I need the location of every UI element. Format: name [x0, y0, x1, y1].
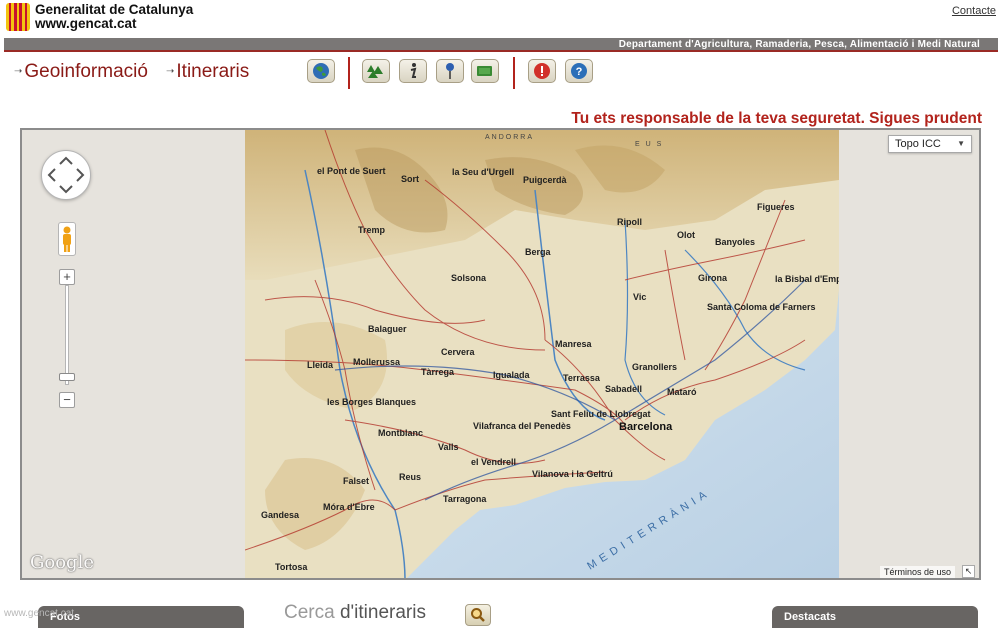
route-search-light: Cerca — [284, 602, 335, 623]
arrow-icon: ➝ — [166, 66, 175, 77]
terms-of-use-link[interactable]: Términos de uso — [879, 566, 955, 578]
town-label: Sabadell — [605, 384, 642, 394]
org-url[interactable]: www.gencat.cat — [35, 16, 137, 31]
town-label: Tremp — [358, 225, 386, 235]
town-label: Lleida — [307, 360, 334, 370]
town-label: Puigcerdà — [523, 175, 568, 185]
help-button[interactable]: ? — [565, 59, 593, 83]
zoom-out-button[interactable]: − — [59, 392, 75, 408]
nav-itineraris-label: Itineraris — [176, 61, 250, 82]
layers-button[interactable] — [471, 59, 499, 83]
town-label: Valls — [438, 442, 459, 452]
contact-link[interactable]: Contacte — [952, 5, 996, 17]
town-label: Terrassa — [563, 373, 601, 383]
alert-button[interactable] — [528, 59, 556, 83]
town-label: Montblanc — [378, 428, 423, 438]
town-label: Barcelona — [619, 421, 673, 433]
org-name[interactable]: Generalitat de Catalunya — [35, 2, 193, 17]
topographic-map[interactable]: el Pont de Suert Sort la Seu d'Urgell Pu… — [245, 130, 839, 578]
map-container[interactable]: el Pont de Suert Sort la Seu d'Urgell Pu… — [20, 128, 981, 580]
route-search-strong: d'itineraris — [339, 602, 426, 623]
town-label: Vilanova i la Geltrú — [532, 469, 613, 479]
featured-label: Destacats — [784, 611, 836, 623]
google-logo[interactable]: Google — [30, 552, 94, 573]
town-label: Sort — [401, 174, 419, 184]
zoom-slider-track[interactable] — [65, 285, 69, 385]
town-label: Olot — [677, 230, 695, 240]
forest-button[interactable] — [362, 59, 390, 83]
globe-button[interactable] — [307, 59, 335, 83]
globe-icon — [313, 63, 329, 79]
toolbar-divider — [348, 57, 350, 89]
generalitat-logo-icon[interactable] — [6, 3, 30, 31]
nav-geoinformacio[interactable]: ➝ Geoinformació — [14, 61, 148, 83]
town-label: Reus — [399, 472, 421, 482]
town-label: Figueres — [757, 202, 795, 212]
route-search-button[interactable] — [465, 604, 491, 626]
pan-control[interactable] — [41, 150, 91, 200]
zoom-in-button[interactable]: + — [59, 269, 75, 285]
town-label: Santa Coloma de Farners — [707, 302, 816, 312]
region-label: ANDORRA — [485, 134, 534, 141]
forest-icon — [367, 65, 383, 78]
town-label: Sant Feliu de Llobregat — [551, 409, 651, 419]
featured-panel-tab[interactable]: Destacats — [772, 606, 978, 628]
department-bar: Departament d'Agricultura, Ramaderia, Pe… — [4, 38, 998, 52]
town-label: Mollerussa — [353, 357, 401, 367]
street-view-pegman-icon[interactable] — [58, 222, 76, 256]
route-search-title: Cerca d'itineraris — [284, 602, 426, 624]
location-button[interactable] — [436, 59, 464, 83]
info-icon — [410, 63, 417, 78]
search-icon — [471, 608, 485, 622]
map-type-value: Topo ICC — [895, 138, 941, 150]
town-label: Móra d'Ebre — [323, 502, 375, 512]
town-label: Igualada — [493, 370, 531, 380]
safety-warning: Tu ets responsable de la teva seguretat.… — [571, 110, 982, 127]
town-label: Falset — [343, 476, 369, 486]
town-label: la Bisbal d'Empordà — [775, 274, 839, 284]
town-label: la Seu d'Urgell — [452, 167, 514, 177]
town-label: Vic — [633, 292, 646, 302]
town-label: el Vendrell — [471, 457, 516, 467]
layers-icon — [477, 66, 492, 76]
alert-icon — [534, 63, 550, 79]
town-label: Tarragona — [443, 494, 487, 504]
town-label: Tàrrega — [421, 367, 455, 377]
help-icon: ? — [571, 63, 587, 79]
footer-url: www.gencat.cat — [4, 608, 75, 619]
town-label: Vilafranca del Penedès — [473, 421, 571, 431]
town-label: Cervera — [441, 347, 476, 357]
town-label: el Pont de Suert — [317, 166, 386, 176]
chevron-down-icon: ▼ — [957, 139, 965, 148]
svg-text:?: ? — [576, 66, 583, 78]
town-label: Tortosa — [275, 562, 308, 572]
town-label: Berga — [525, 247, 552, 257]
zoom-slider-handle[interactable] — [59, 373, 75, 381]
map-type-select[interactable]: Topo ICC ▼ — [888, 135, 972, 153]
arrow-icon: ➝ — [14, 66, 23, 77]
region-label: E U S — [635, 141, 663, 148]
town-label: Girona — [698, 273, 728, 283]
pan-arrows-icon — [47, 156, 85, 194]
town-label: Mataró — [667, 387, 697, 397]
page-header: Generalitat de Catalunya www.gencat.cat … — [0, 0, 1004, 38]
town-label: Solsona — [451, 273, 487, 283]
town-label: Manresa — [555, 339, 593, 349]
town-label: Ripoll — [617, 217, 642, 227]
toolbar-divider — [513, 57, 515, 89]
location-pin-icon — [446, 63, 454, 79]
expand-icon[interactable]: ↖ — [962, 565, 975, 578]
nav-geoinformacio-label: Geoinformació — [24, 61, 148, 82]
town-label: Banyoles — [715, 237, 755, 247]
nav-itineraris[interactable]: ➝ Itineraris — [166, 61, 249, 83]
department-name: Departament d'Agricultura, Ramaderia, Pe… — [618, 39, 980, 50]
town-label: Balaguer — [368, 324, 407, 334]
town-label: les Borges Blanques — [327, 397, 416, 407]
town-label: Granollers — [632, 362, 677, 372]
town-label: Gandesa — [261, 510, 300, 520]
info-button[interactable] — [399, 59, 427, 83]
